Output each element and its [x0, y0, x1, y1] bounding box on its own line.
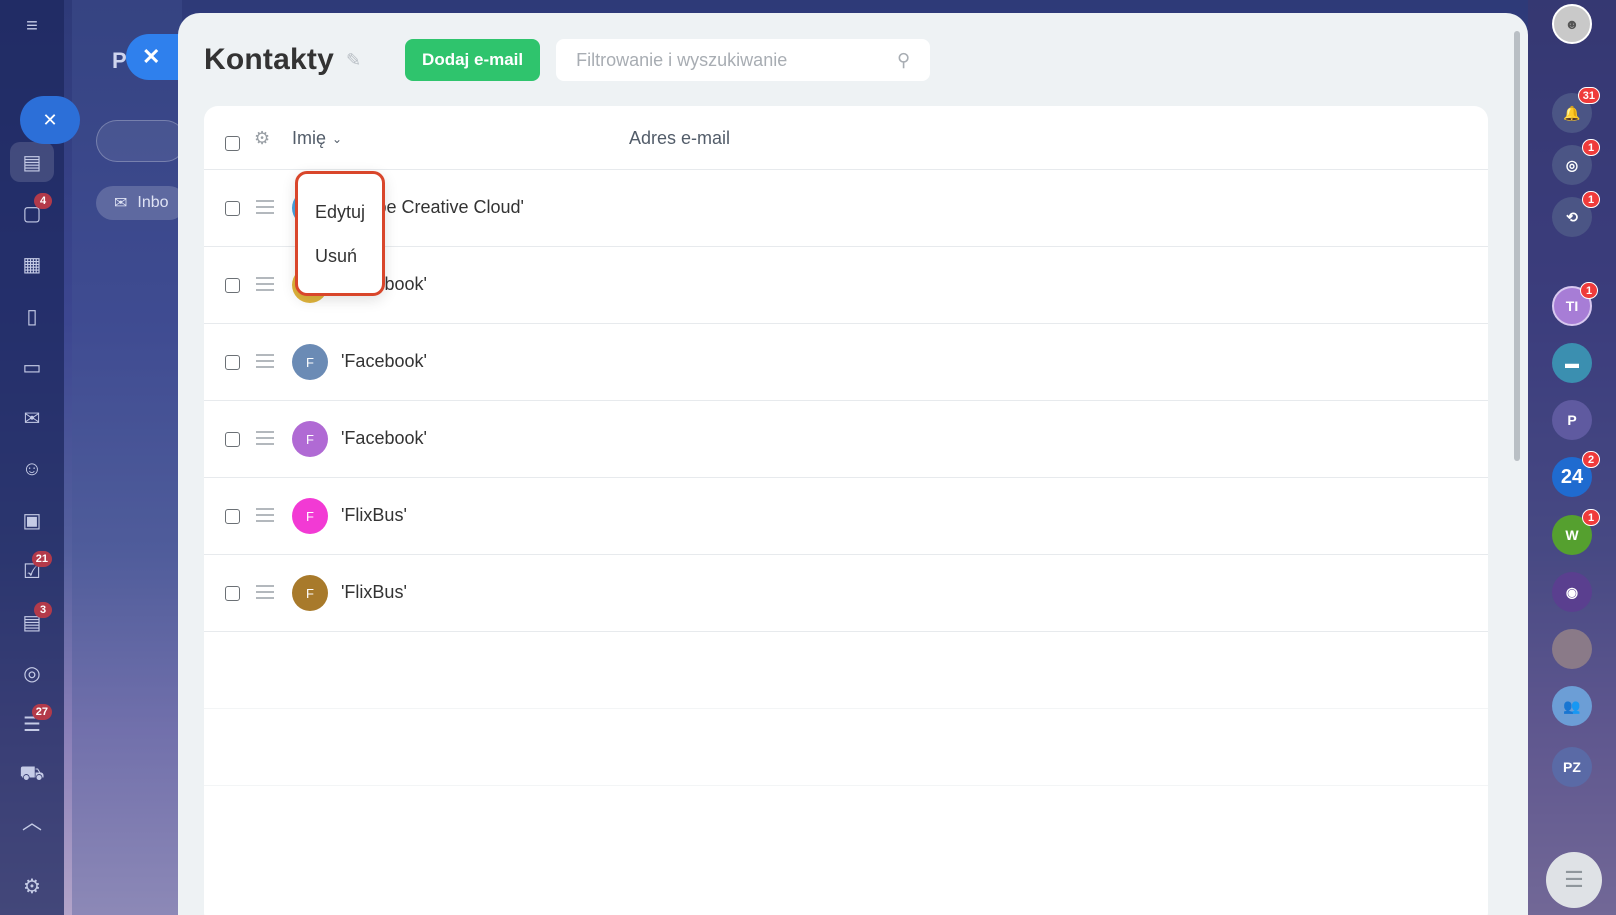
filter-badge: 27	[31, 704, 52, 720]
collapse-icon[interactable]: ︿	[10, 800, 54, 840]
close-slider-button[interactable]: ✕	[126, 34, 186, 80]
background-search-pill	[96, 120, 186, 162]
avatar: F	[292, 498, 328, 534]
goals-icon[interactable]: ◎	[10, 653, 54, 693]
avatar: F	[292, 421, 328, 457]
feed-icon[interactable]: ▤	[10, 142, 54, 182]
avatar-w[interactable]: W1	[1552, 509, 1600, 555]
search-input[interactable]: Filtrowanie i wyszukiwanie ⚲	[556, 39, 931, 81]
group-photo-avatar[interactable]	[1552, 629, 1592, 669]
avatar: F	[292, 344, 328, 380]
row-menu-icon[interactable]	[256, 354, 274, 372]
table-row[interactable]: F 'Facebook'	[204, 324, 1488, 401]
row-menu-icon[interactable]	[256, 508, 274, 526]
table-row[interactable]: F 'FlixBus'	[204, 555, 1488, 632]
avatar-ti-badge: 1	[1580, 282, 1598, 299]
table-row[interactable]: 'Adobe Creative Cloud'	[204, 170, 1488, 247]
filter-icon[interactable]: ☰ 27	[10, 704, 54, 744]
table-row[interactable]: F 'FlixBus'	[204, 478, 1488, 555]
row-menu-icon[interactable]	[256, 585, 274, 603]
search-placeholder: Filtrowanie i wyszukiwanie	[576, 49, 788, 70]
row-context-menu: Edytuj Usuń	[295, 171, 385, 296]
activity-icon[interactable]: ◎ 1	[1552, 139, 1600, 185]
avatar-pz[interactable]: PZ	[1552, 747, 1592, 787]
close-icon: ✕	[142, 44, 161, 69]
empty-row	[204, 632, 1488, 709]
gear-icon[interactable]: ⚙	[254, 128, 270, 149]
contacts-slider: Kontakty ✎ Dodaj e-mail Filtrowanie i wy…	[178, 13, 1528, 915]
delete-menu-item[interactable]: Usuń	[315, 246, 382, 290]
open-channel-icon[interactable]: ▬	[1552, 343, 1592, 383]
cart-icon[interactable]: ⛟	[10, 755, 54, 795]
background-inbox-label: Inbo	[137, 194, 169, 211]
crm-icon[interactable]: ▤ 3	[10, 602, 54, 642]
edit-menu-item[interactable]: Edytuj	[315, 202, 382, 246]
background-title-letter: P	[112, 48, 127, 73]
contacts-icon[interactable]: ☺	[10, 449, 54, 489]
contacts-table: ⚙ Imię ⌄ Adres e-mail 'Adobe Creative Clo…	[204, 106, 1488, 915]
user-avatar[interactable]: ☻	[1552, 4, 1592, 44]
bitrix24-icon[interactable]: 24 2	[1552, 451, 1600, 497]
activity-badge: 1	[1582, 139, 1600, 156]
row-checkbox[interactable]	[225, 432, 240, 447]
page-title: Kontakty	[204, 43, 334, 76]
contact-name: 'Facebook'	[341, 351, 427, 371]
support-chat-badge: 1	[1582, 191, 1600, 208]
chat-badge: 4	[34, 193, 52, 209]
avatar-ti[interactable]: TI 1	[1552, 282, 1598, 326]
avatar: F	[292, 575, 328, 611]
avatar-p[interactable]: P	[1552, 400, 1592, 440]
tasks-icon[interactable]: ☑ 21	[10, 551, 54, 591]
menu-list-icon[interactable]: ☰	[1546, 852, 1602, 908]
support-chat-icon[interactable]: ⟲ 1	[1552, 191, 1600, 237]
bitrix24-badge: 2	[1582, 451, 1600, 468]
avatar-w-badge: 1	[1582, 509, 1600, 526]
right-sidebar: ☻ 🔔 31 ◎ 1 ⟲ 1 TI 1 ▬ P 24 2 W1 ◉ 👥 PZ	[1528, 0, 1616, 915]
scrollbar[interactable]	[1514, 31, 1520, 461]
group-icon[interactable]: 👥	[1552, 686, 1592, 726]
table-row[interactable]: F 'Facebook'	[204, 401, 1488, 478]
contact-name: 'FlixBus'	[341, 582, 407, 602]
row-checkbox[interactable]	[225, 355, 240, 370]
copilot-icon[interactable]: ◉	[1552, 572, 1592, 612]
tasks-badge: 21	[31, 551, 52, 567]
background-close-icon: ✕	[20, 96, 80, 144]
notifications-badge: 31	[1577, 87, 1600, 104]
table-header: ⚙ Imię ⌄ Adres e-mail	[204, 106, 1488, 170]
user-photo-icon: ☻	[1564, 16, 1580, 32]
chat-icon[interactable]: ▢ 4	[10, 193, 54, 233]
row-menu-icon[interactable]	[256, 200, 274, 218]
mail-icon[interactable]: ✉	[10, 398, 54, 438]
document-icon[interactable]: ▯	[10, 296, 54, 336]
search-icon[interactable]: ⚲	[897, 50, 910, 71]
chevron-down-icon: ⌄	[332, 131, 343, 146]
calendar-icon[interactable]: ▦	[10, 244, 54, 284]
row-checkbox[interactable]	[225, 278, 240, 293]
pin-icon[interactable]: ✎	[346, 50, 361, 71]
table-row[interactable]: 'Facebook'	[204, 247, 1488, 324]
drive-icon[interactable]: ▭	[10, 347, 54, 387]
empty-row	[204, 709, 1488, 786]
row-menu-icon[interactable]	[256, 431, 274, 449]
row-checkbox[interactable]	[225, 586, 240, 601]
background-inbox-tab: ✉ Inbo	[96, 186, 186, 220]
contact-name: 'Facebook'	[341, 428, 427, 448]
select-all-checkbox[interactable]	[225, 136, 240, 151]
presentation-icon[interactable]: ▣	[10, 500, 54, 540]
column-header-name[interactable]: Imię ⌄	[292, 128, 342, 149]
slider-header: Kontakty ✎ Dodaj e-mail Filtrowanie i wy…	[204, 39, 931, 81]
add-email-button[interactable]: Dodaj e-mail	[405, 39, 541, 81]
column-header-email: Adres e-mail	[629, 128, 731, 148]
row-checkbox[interactable]	[225, 201, 240, 216]
notifications-icon[interactable]: 🔔 31	[1552, 87, 1600, 133]
crm-badge: 3	[34, 602, 52, 618]
mail-icon: ✉	[114, 195, 128, 212]
row-checkbox[interactable]	[225, 509, 240, 524]
contact-name: 'FlixBus'	[341, 505, 407, 525]
settings-icon[interactable]: ⚙	[10, 866, 54, 906]
row-menu-icon[interactable]	[256, 277, 274, 295]
menu-icon[interactable]: ≡	[10, 6, 54, 46]
